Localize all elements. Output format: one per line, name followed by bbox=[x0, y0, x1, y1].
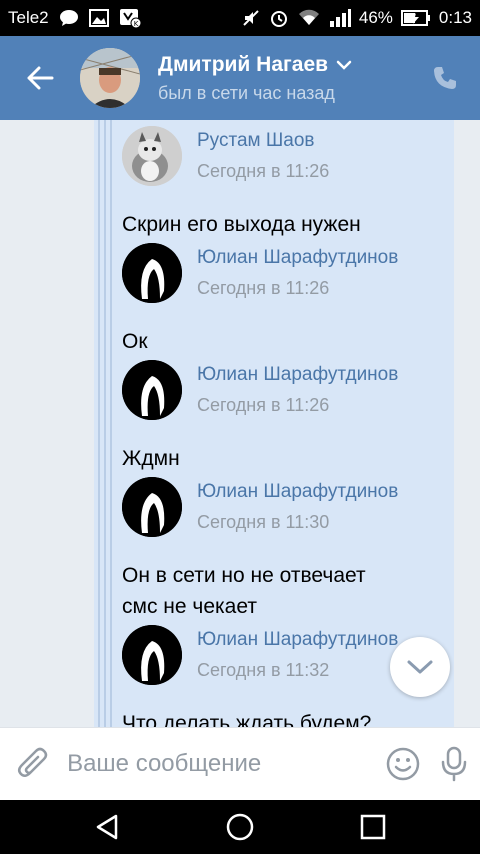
message-author[interactable]: Юлиан Шарафутдинов bbox=[197, 629, 398, 651]
nav-back-button[interactable] bbox=[77, 800, 137, 854]
emoji-button[interactable] bbox=[377, 728, 428, 801]
message-text: Что делать ждать будем? bbox=[122, 712, 372, 727]
message-time: Сегодня в 11:26 bbox=[197, 395, 330, 415]
signal-icon bbox=[329, 9, 351, 27]
square-recents-icon bbox=[361, 814, 386, 840]
chat-header: Дмитрий Нагаев был в сети час назад bbox=[0, 36, 480, 120]
avatar[interactable] bbox=[122, 360, 182, 420]
message-author[interactable]: Рустам Шаов bbox=[197, 130, 329, 152]
forward-indent-line bbox=[104, 120, 106, 727]
status-bar: Tele2 K 46% 0:13 bbox=[0, 0, 480, 36]
smile-icon bbox=[386, 747, 420, 781]
svg-text:K: K bbox=[133, 20, 138, 28]
forward-indent-line bbox=[98, 120, 100, 727]
message-time: Сегодня в 11:32 bbox=[197, 660, 330, 680]
message-input[interactable] bbox=[67, 750, 378, 778]
phone-icon bbox=[434, 67, 456, 89]
alarm-icon bbox=[269, 8, 289, 28]
triangle-back-icon bbox=[96, 814, 117, 840]
avatar[interactable] bbox=[122, 126, 182, 186]
list-item[interactable]: Юлиан Шарафутдинов Сегодня в 11:26 Ждмн bbox=[122, 359, 432, 474]
nav-home-button[interactable] bbox=[210, 800, 270, 854]
message-list[interactable]: Рустам Шаов Сегодня в 11:26 Скрин его вы… bbox=[0, 120, 480, 727]
contact-name-row: Дмитрий Нагаев bbox=[158, 53, 410, 77]
gallery-notification-icon bbox=[88, 9, 109, 27]
contact-avatar[interactable] bbox=[80, 48, 140, 108]
voice-message-button[interactable] bbox=[429, 728, 480, 801]
wifi-icon bbox=[297, 9, 321, 27]
arrow-left-icon bbox=[27, 66, 54, 90]
circle-home-icon bbox=[226, 813, 254, 841]
paperclip-icon bbox=[17, 747, 47, 777]
nav-recents-button[interactable] bbox=[343, 800, 403, 854]
message-text: Ждмн bbox=[122, 447, 180, 470]
message-author[interactable]: Юлиан Шарафутдинов bbox=[197, 481, 398, 503]
message-time: Сегодня в 11:30 bbox=[197, 512, 330, 532]
scroll-down-button[interactable] bbox=[390, 637, 450, 697]
compose-bar bbox=[0, 727, 480, 800]
vk-notification-icon: K bbox=[119, 8, 141, 28]
back-button[interactable] bbox=[0, 36, 80, 120]
system-nav-bar bbox=[0, 800, 480, 854]
contact-name: Дмитрий Нагаев bbox=[158, 52, 329, 76]
microphone-icon bbox=[442, 746, 467, 782]
list-item[interactable]: Юлиан Шарафутдинов Сегодня в 11:30 Он в … bbox=[122, 476, 432, 622]
call-button[interactable] bbox=[410, 36, 480, 120]
contact-status: был в сети час назад bbox=[158, 82, 335, 103]
list-item[interactable]: Юлиан Шарафутдинов Сегодня в 11:32 Что д… bbox=[122, 624, 432, 727]
list-item[interactable]: Рустам Шаов Сегодня в 11:26 Скрин его вы… bbox=[122, 125, 432, 240]
message-text: Он в сети но не отвечает смс не чекает bbox=[122, 564, 366, 618]
contact-info[interactable]: Дмитрий Нагаев был в сети час назад bbox=[158, 53, 410, 104]
chat-notification-icon bbox=[59, 9, 79, 27]
message-header: Юлиан Шарафутдинов Сегодня в 11:26 bbox=[122, 359, 432, 421]
chevron-down-icon bbox=[336, 60, 352, 70]
mute-icon bbox=[241, 8, 261, 28]
message-header: Юлиан Шарафутдинов Сегодня в 11:32 bbox=[122, 624, 432, 686]
clock: 0:13 bbox=[438, 8, 472, 27]
attach-button[interactable] bbox=[0, 728, 67, 801]
avatar[interactable] bbox=[122, 625, 182, 685]
message-header: Юлиан Шарафутдинов Сегодня в 11:26 bbox=[122, 242, 432, 304]
message-author[interactable]: Юлиан Шарафутдинов bbox=[197, 247, 398, 269]
message-time: Сегодня в 11:26 bbox=[197, 278, 330, 298]
carrier-label: Tele2 bbox=[8, 8, 49, 27]
message-header: Юлиан Шарафутдинов Сегодня в 11:30 bbox=[122, 476, 432, 538]
message-author[interactable]: Юлиан Шарафутдинов bbox=[197, 364, 398, 386]
chevron-down-icon bbox=[407, 660, 433, 674]
message-text: Скрин его выхода нужен bbox=[122, 213, 361, 236]
message-time: Сегодня в 11:26 bbox=[197, 161, 330, 181]
battery-charging-icon bbox=[400, 10, 431, 26]
avatar[interactable] bbox=[122, 243, 182, 303]
battery-percent: 46% bbox=[358, 8, 393, 27]
message-text: Ок bbox=[122, 330, 148, 353]
avatar[interactable] bbox=[122, 477, 182, 537]
message-header: Рустам Шаов Сегодня в 11:26 bbox=[122, 125, 432, 187]
forward-indent-line bbox=[110, 120, 112, 727]
list-item[interactable]: Юлиан Шарафутдинов Сегодня в 11:26 Ок bbox=[122, 242, 432, 357]
